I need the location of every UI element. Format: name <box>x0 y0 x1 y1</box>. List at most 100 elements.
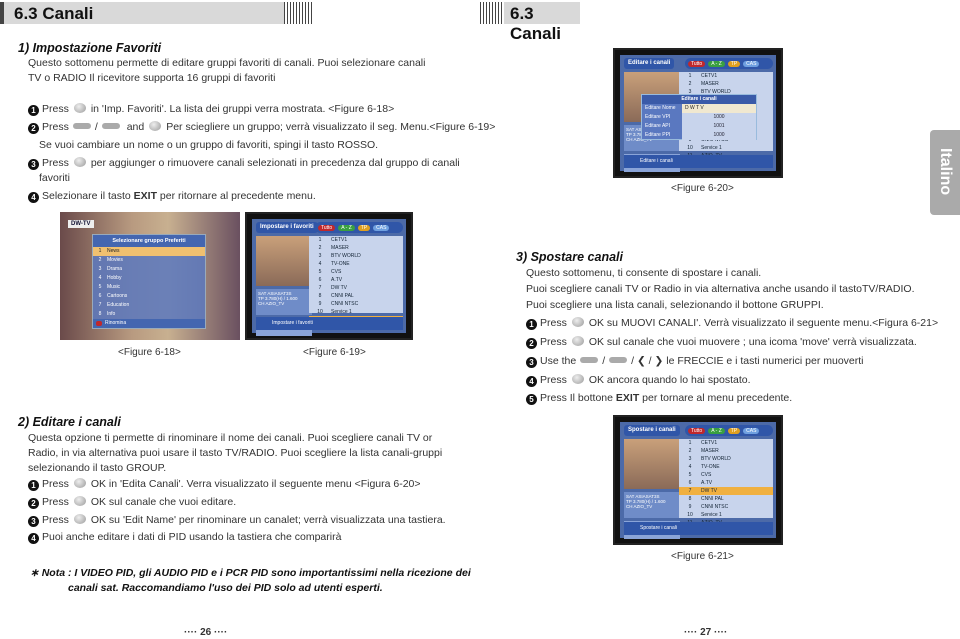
channel-name: Service 1 <box>331 309 352 315</box>
osd-title: Spostare i canali <box>624 425 680 436</box>
step-text: OK ancora quando lo hai spostato. <box>588 374 751 386</box>
info-label: CH <box>626 137 633 142</box>
arrow-left-icon: ❮ <box>636 355 646 367</box>
s2-body-3: selezionando il tasto GROUP. <box>28 462 167 474</box>
header-title: 6.3 Canali <box>14 4 94 23</box>
channel-name: DW TV <box>331 285 348 291</box>
transponder-info: SAT ASIASAT3STP 3.780(H) / 1.600CH AZIO_… <box>624 492 680 518</box>
edit-field-row: Editare API 1001 <box>642 122 756 131</box>
exit-key-label: EXIT <box>615 392 640 404</box>
step-text: in 'Imp. Favoriti'. La lista dei gruppi … <box>90 103 395 115</box>
s2-title: 2) Editare i canali <box>18 415 121 429</box>
channel-number: 10 <box>317 309 323 315</box>
item-number: 1 <box>98 248 102 254</box>
s2-step-2: 2 Press OK sul canale che vuoi editare. <box>28 496 236 509</box>
channel-list: 1 CETV1 2 MASER 3 BTV WORLD 4 TV-ONE 5 CVS 6 A.TV 7 D… <box>679 439 773 534</box>
step-text: Press Il bottone <box>540 392 613 404</box>
ok-button-icon <box>73 514 86 524</box>
channel-name: CVS <box>701 472 712 478</box>
channel-row: 8 CNNI PAL <box>309 292 403 300</box>
step-text: Use the <box>540 355 577 367</box>
ok-button-icon <box>73 478 86 488</box>
item-label: Hobby <box>107 275 122 281</box>
channel-row: 6 A.TV <box>309 276 403 284</box>
header-title: 6.3 Canali <box>510 4 562 43</box>
channel-number: 3 <box>688 456 692 462</box>
channel-row: 4 TV-ONE <box>309 260 403 268</box>
s1-step-2-cont: Se vuoi cambiare un nome o un gruppo di … <box>39 139 379 151</box>
arrow-down-icon <box>101 123 120 129</box>
step-number: 3 <box>28 159 39 170</box>
s1-step-3: 3 Press per aggiunger o rimuovere canali s… <box>28 157 460 170</box>
arrow-down-icon <box>609 357 628 363</box>
ok-button-icon <box>149 121 162 131</box>
item-label: Music <box>107 284 121 290</box>
edit-field-row: Editare VPI 1000 <box>642 113 756 122</box>
s3-step-3: 3 Use the / / ❮ / ❯ le FRECCIE e i tasti nu… <box>526 355 864 368</box>
channel-row: 1 CETV1 <box>679 72 773 80</box>
item-number: 4 <box>98 275 102 281</box>
step-number: 4 <box>28 533 39 544</box>
channel-number: 6 <box>688 480 692 486</box>
list-item: 7 Education <box>93 301 205 310</box>
step-number: 1 <box>28 480 39 491</box>
list-item: 4 Hobby <box>93 274 205 283</box>
caption-6-21: <Figure 6-21> <box>671 551 734 562</box>
channel-number: 2 <box>688 448 692 454</box>
color-keys: Tutto A - Z TP CAS <box>315 222 403 233</box>
favorite-group-menu: Selezionare gruppo Preferiti 1 News 2 Movie… <box>92 234 206 329</box>
channel-number: 4 <box>318 261 322 267</box>
field-value: 1001 <box>682 122 756 131</box>
channel-row: 2 MASER <box>679 447 773 455</box>
key-1: A - Z <box>338 224 355 231</box>
channel-name: MASER <box>701 448 719 454</box>
language-label: Italino <box>937 148 954 196</box>
list-item: 8 Info <box>93 310 205 319</box>
field-label: Editare VPI <box>645 114 671 120</box>
step-number: 5 <box>526 394 537 405</box>
info-label: CH <box>626 504 633 509</box>
step-text: Press <box>42 478 69 490</box>
key-2: TP <box>357 224 371 231</box>
channel-name: TV-ONE <box>331 261 350 267</box>
step-text: Selezionare il tasto <box>42 190 131 202</box>
figure-6-19: Impostare i favoriti Tutto A - Z TP CAS SAT A… <box>245 212 413 340</box>
channel-row: 10 Service 1 <box>679 144 773 152</box>
osd-screen: Spostare i canali Tutto A - Z TP CAS SAT ASIA… <box>620 422 776 539</box>
item-label: Education <box>107 302 130 308</box>
step-text: OK sul canale che vuoi editare. <box>90 496 237 508</box>
s3-body-3: Puoi scegliere una lista canali, selezio… <box>526 299 824 311</box>
s2-step-3: 3 Press OK su 'Edit Name' per rinominare u… <box>28 514 446 527</box>
channel-number: 5 <box>318 269 322 275</box>
step-text: OK in 'Edita Canali'. Verra visualizzato… <box>90 478 421 490</box>
arrow-up-icon <box>72 123 91 129</box>
step-text: le FRECCIE e i tasti numerici per muover… <box>666 355 864 367</box>
osd-footer: Impostare i favoriti <box>256 317 403 330</box>
channel-row: 2 MASER <box>679 80 773 88</box>
item-label: News <box>107 248 120 254</box>
channel-name: MASER <box>701 81 719 87</box>
channel-name: Service 1 <box>701 512 722 518</box>
channel-row: 2 MASER <box>309 244 403 252</box>
language-tab: Italino <box>930 130 960 215</box>
channel-name: DW TV <box>701 488 718 494</box>
ok-button-icon <box>571 336 584 346</box>
channel-list: 1 CETV1 2 MASER 3 BTV WORLD 4 TV-ONE 5 CVS 6 A.TV 7 D… <box>309 236 403 331</box>
channel-name: CETV1 <box>331 237 348 243</box>
note-line-1: ∗ Nota : I VIDEO PID, gli AUDIO PID e i … <box>30 567 471 579</box>
channel-name: A.TV <box>701 480 713 486</box>
channel-name: MASER <box>331 245 349 251</box>
item-number: 7 <box>98 302 102 308</box>
note-line-2: canali sat. Raccomandiamo l'uso dei PID … <box>68 582 383 594</box>
item-number: 3 <box>98 266 102 272</box>
channel-row: 6 A.TV <box>679 479 773 487</box>
channel-row: 3 BTV WORLD <box>309 252 403 260</box>
osd-footer: Editare i canali <box>624 155 773 168</box>
section-header-left: 6.3 Canali <box>0 2 285 24</box>
step-number: 4 <box>28 192 39 203</box>
figure-6-20: Editare i canaliTuttoA - ZTPCASSAT ASIAS… <box>613 48 783 178</box>
channel-number: 3 <box>318 253 322 259</box>
step-text: per aggiunger o rimuovere canali selezio… <box>90 157 460 169</box>
item-number: 6 <box>98 293 102 299</box>
channel-name: CETV1 <box>701 73 718 79</box>
